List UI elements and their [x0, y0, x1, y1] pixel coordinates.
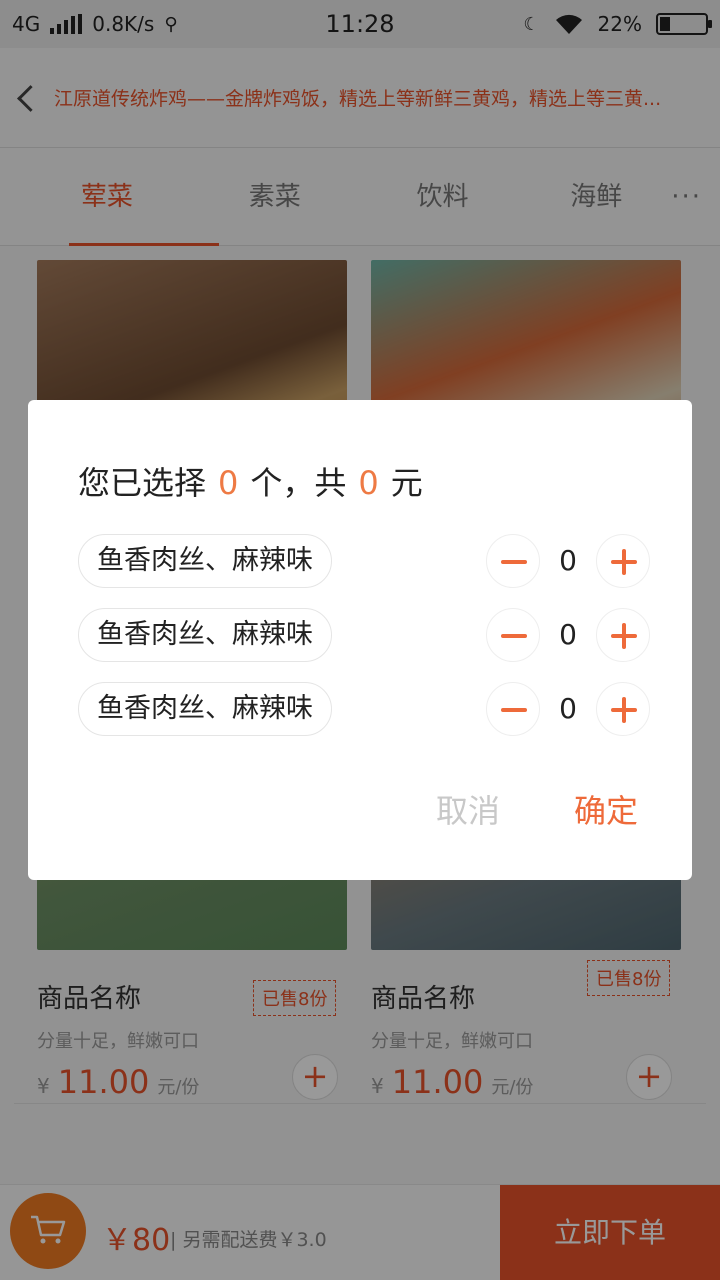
plus-button[interactable]	[596, 682, 650, 736]
option-label: 鱼香肉丝、麻辣味	[78, 608, 332, 662]
dialog-title: 您已选择 0 个，共 0 元	[78, 458, 423, 504]
option-row: 鱼香肉丝、麻辣味 0	[78, 682, 650, 736]
minus-button[interactable]	[486, 608, 540, 662]
selected-count: 0	[218, 464, 239, 502]
minus-button[interactable]	[486, 534, 540, 588]
plus-button[interactable]	[596, 534, 650, 588]
confirm-button[interactable]: 确定	[574, 786, 638, 832]
minus-button[interactable]	[486, 682, 540, 736]
selected-amount: 0	[358, 464, 379, 502]
quantity-value: 0	[559, 692, 577, 725]
quantity-value: 0	[559, 618, 577, 651]
title-mid: 个，共	[250, 464, 347, 502]
title-prefix: 您已选择	[78, 464, 207, 502]
plus-button[interactable]	[596, 608, 650, 662]
cancel-button[interactable]: 取消	[436, 786, 500, 832]
title-suffix: 元	[390, 464, 423, 502]
quantity-value: 0	[559, 544, 577, 577]
selection-dialog: 您已选择 0 个，共 0 元 鱼香肉丝、麻辣味 0 鱼香肉丝、麻辣味 0 鱼香肉丝、麻辣…	[28, 400, 692, 880]
option-label: 鱼香肉丝、麻辣味	[78, 682, 332, 736]
option-row: 鱼香肉丝、麻辣味 0	[78, 608, 650, 662]
option-row: 鱼香肉丝、麻辣味 0	[78, 534, 650, 588]
option-label: 鱼香肉丝、麻辣味	[78, 534, 332, 588]
